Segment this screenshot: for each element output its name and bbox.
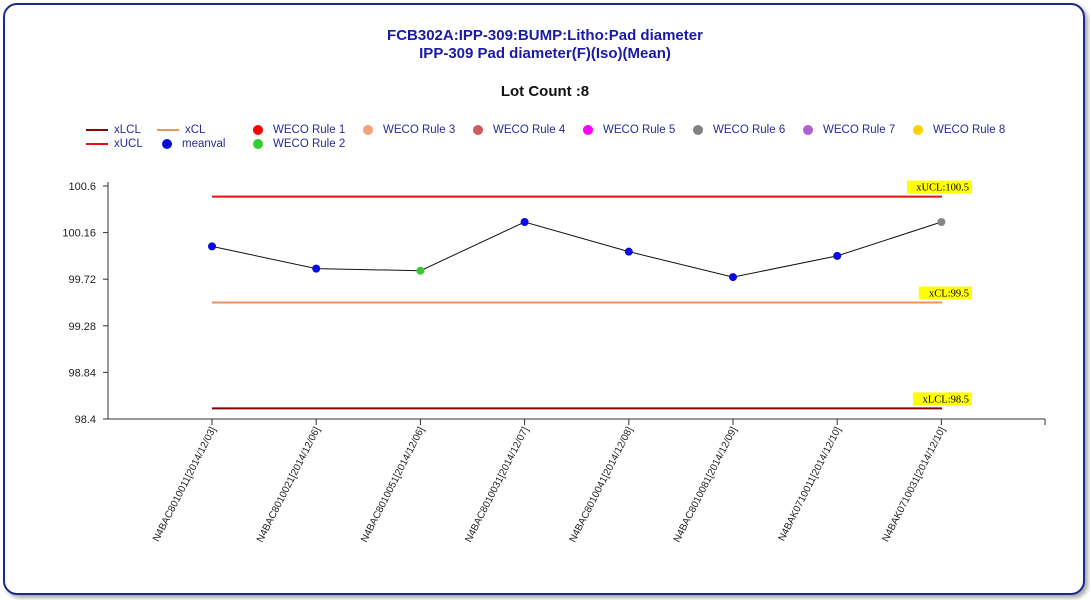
meanval-point xyxy=(416,266,425,275)
x-tick-label: N4BAC8010031[2014/12/07] xyxy=(463,425,531,544)
x-tick-label: N4BAC8010011[2014/12/03] xyxy=(151,425,219,543)
meanval-point xyxy=(624,247,633,256)
meanval-point xyxy=(312,264,321,273)
chart-plot: 100.6 100.16 99.72 99.28 98.84 98.4 xUCL:100.… xyxy=(62,180,1046,544)
y-tick-label: 99.72 xyxy=(68,274,96,286)
control-label-xcl: xCL:99.5 xyxy=(929,289,969,300)
control-label-xlcl: xLCL:98.5 xyxy=(923,394,969,405)
meanval-point xyxy=(729,273,737,282)
x-tick-label: N4BAC8010051[2014/12/06] xyxy=(359,425,427,544)
meanval-point xyxy=(937,218,946,227)
meanval-point xyxy=(833,251,842,260)
x-tick-label: N4BAC8010081[2014/12/09] xyxy=(672,425,740,544)
meanval-point xyxy=(208,242,216,251)
meanval-line xyxy=(211,221,942,278)
x-tick-label: N4BAC8010021[2014/12/06] xyxy=(255,425,323,544)
y-tick-label: 98.4 xyxy=(75,414,96,426)
control-label-xucl: xUCL:100.5 xyxy=(916,183,969,194)
y-tick-label: 98.84 xyxy=(68,367,96,379)
y-tick-label: 99.28 xyxy=(68,321,96,333)
y-tick-label: 100.16 xyxy=(62,228,96,240)
x-tick-label: N4BAC8010041[2014/12/08] xyxy=(568,425,636,544)
x-tick-label: N4BAK0710011[2014/12/10] xyxy=(777,425,844,543)
x-tick-label: N4BAK0710031[2014/12/10] xyxy=(880,425,948,544)
y-tick-label: 100.6 xyxy=(68,181,96,193)
meanval-point xyxy=(520,218,529,227)
